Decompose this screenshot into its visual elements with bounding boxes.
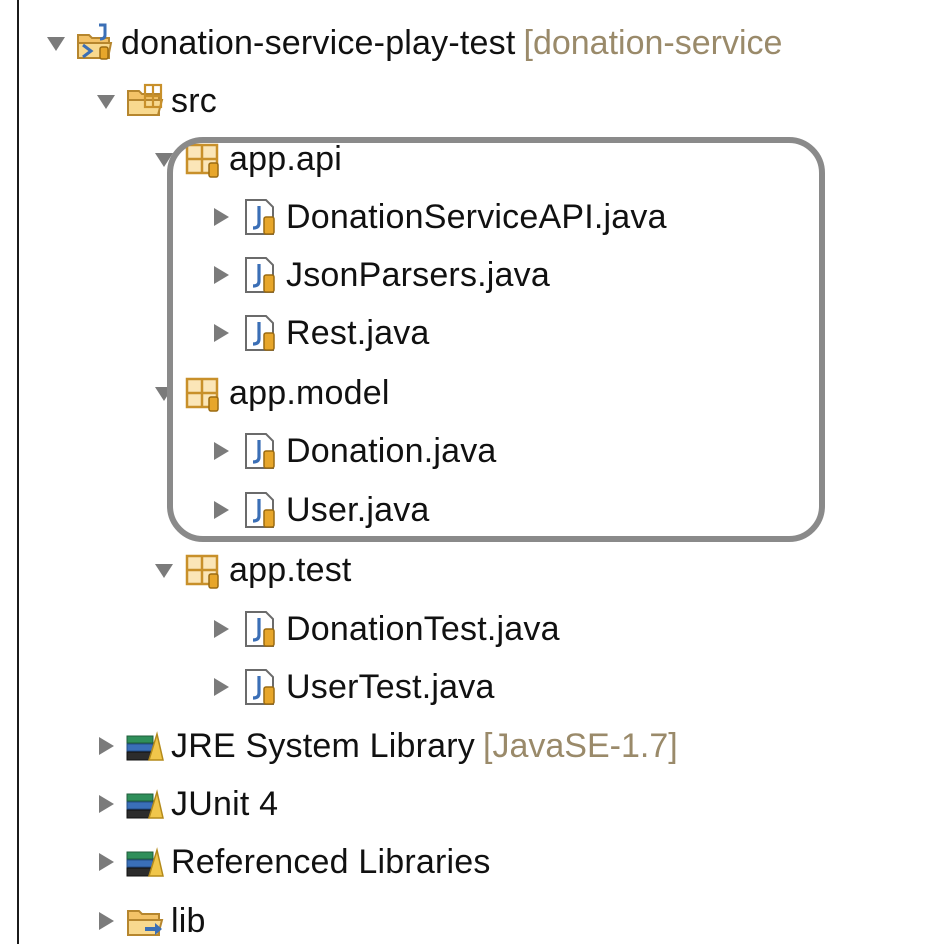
tree-item-lib-folder[interactable]: lib (95, 892, 206, 950)
tree-item-jre-library[interactable]: JRE System Library [JavaSE-1.7] (95, 717, 678, 775)
triangle-right-icon[interactable] (95, 793, 117, 815)
triangle-right-icon[interactable] (95, 910, 117, 932)
triangle-right-icon[interactable] (210, 440, 232, 462)
java-file-icon (240, 667, 280, 707)
tree-item-file-user[interactable]: User.java (210, 481, 430, 539)
triangle-down-icon[interactable] (153, 382, 175, 404)
tree-item-label: src (171, 81, 217, 120)
triangle-right-icon[interactable] (210, 676, 232, 698)
tree-item-label: lib (171, 901, 206, 940)
tree-item-label: JUnit 4 (171, 784, 279, 823)
tree-item-label: Referenced Libraries (171, 842, 491, 881)
java-file-icon (240, 255, 280, 295)
library-icon (125, 784, 165, 824)
library-icon (125, 726, 165, 766)
tree-item-label: app.model (229, 373, 390, 412)
triangle-right-icon[interactable] (210, 499, 232, 521)
source-folder-icon (125, 81, 165, 121)
package-icon (183, 373, 223, 413)
java-project-icon (75, 23, 115, 63)
tree-item-src[interactable]: src (95, 72, 217, 130)
tree-item-label: JsonParsers.java (286, 255, 550, 294)
tree-item-package-app-model[interactable]: app.model (153, 364, 390, 422)
triangle-right-icon[interactable] (210, 322, 232, 344)
tree-item-junit-library[interactable]: JUnit 4 (95, 775, 278, 833)
tree-item-label: Donation.java (286, 431, 497, 470)
tree-item-label: app.test (229, 550, 352, 589)
triangle-right-icon[interactable] (210, 618, 232, 640)
package-icon (183, 550, 223, 590)
tree-item-project[interactable]: donation-service-play-test [donation-ser… (45, 14, 782, 72)
library-icon (125, 842, 165, 882)
java-file-icon (240, 313, 280, 353)
tree-item-package-app-test[interactable]: app.test (153, 541, 352, 599)
tree-item-referenced-libraries[interactable]: Referenced Libraries (95, 833, 491, 891)
tree-item-label: DonationServiceAPI.java (286, 197, 667, 236)
tree-item-file-donation[interactable]: Donation.java (210, 422, 497, 480)
tree-item-label: UserTest.java (286, 667, 495, 706)
tree-item-package-app-api[interactable]: app.api (153, 130, 342, 188)
tree-item-file-jsonparsers[interactable]: JsonParsers.java (210, 246, 550, 304)
tree-item-file-donationtest[interactable]: DonationTest.java (210, 600, 560, 658)
folder-icon (125, 901, 165, 941)
tree-item-decoration: [JavaSE-1.7] (483, 726, 678, 765)
triangle-right-icon[interactable] (210, 264, 232, 286)
tree-item-label: donation-service-play-test (121, 23, 516, 62)
package-icon (183, 139, 223, 179)
tree-item-decoration: [donation-service (523, 23, 783, 62)
tree-item-label: DonationTest.java (286, 609, 560, 648)
java-file-icon (240, 609, 280, 649)
tree-item-file-usertest[interactable]: UserTest.java (210, 658, 495, 716)
tree-item-file-donationserviceapi[interactable]: DonationServiceAPI.java (210, 188, 667, 246)
package-explorer-tree: donation-service-play-test [donation-ser… (0, 0, 941, 944)
java-file-icon (240, 431, 280, 471)
triangle-down-icon[interactable] (153, 559, 175, 581)
tree-item-label: User.java (286, 490, 430, 529)
java-file-icon (240, 490, 280, 530)
tree-item-label: app.api (229, 139, 342, 178)
triangle-down-icon[interactable] (45, 32, 67, 54)
tree-item-label: Rest.java (286, 313, 430, 352)
triangle-right-icon[interactable] (210, 206, 232, 228)
java-file-icon (240, 197, 280, 237)
panel-border (17, 0, 19, 944)
triangle-down-icon[interactable] (95, 90, 117, 112)
triangle-right-icon[interactable] (95, 735, 117, 757)
tree-item-file-rest[interactable]: Rest.java (210, 304, 430, 362)
tree-item-label: JRE System Library (171, 726, 476, 765)
triangle-down-icon[interactable] (153, 148, 175, 170)
triangle-right-icon[interactable] (95, 851, 117, 873)
